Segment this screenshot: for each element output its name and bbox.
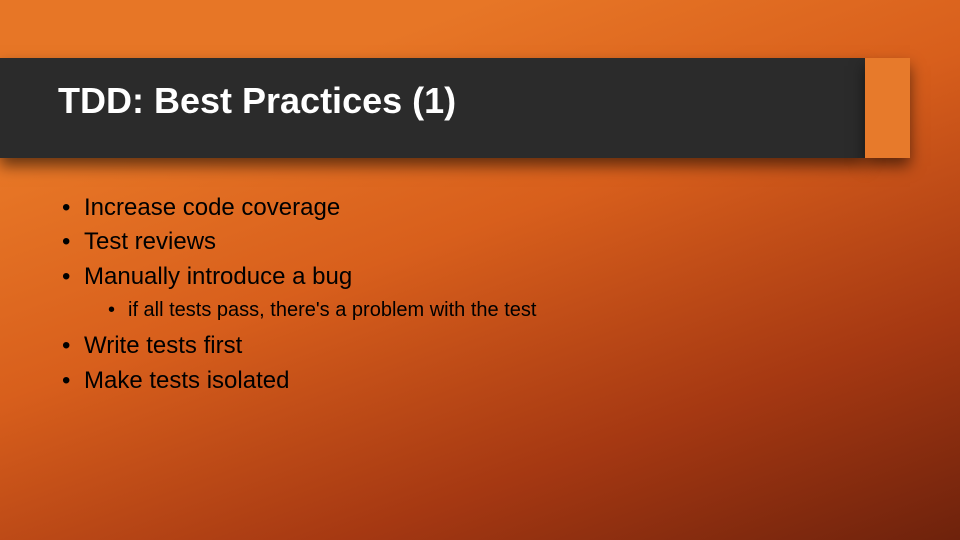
bullet-item: Increase code coverage: [62, 192, 900, 224]
sub-bullet-text: if all tests pass, there's a problem wit…: [128, 299, 536, 321]
bullet-text: Write tests first: [84, 332, 242, 359]
bullet-text: Increase code coverage: [84, 194, 340, 221]
slide-body: Increase code coverage Test reviews Manu…: [62, 190, 900, 399]
title-bar-accent: [865, 58, 910, 158]
bullet-item: Write tests first: [62, 330, 900, 362]
bullet-item: Make tests isolated: [62, 365, 900, 397]
slide-title: TDD: Best Practices (1): [58, 80, 456, 122]
sub-bullet-item: if all tests pass, there's a problem wit…: [84, 297, 900, 324]
bullet-text: Manually introduce a bug: [84, 263, 352, 290]
bullet-item: Manually introduce a bug if all tests pa…: [62, 261, 900, 324]
bullet-item: Test reviews: [62, 226, 900, 258]
bullet-text: Test reviews: [84, 228, 216, 255]
slide: TDD: Best Practices (1) Increase code co…: [0, 0, 960, 540]
bullet-text: Make tests isolated: [84, 367, 289, 394]
